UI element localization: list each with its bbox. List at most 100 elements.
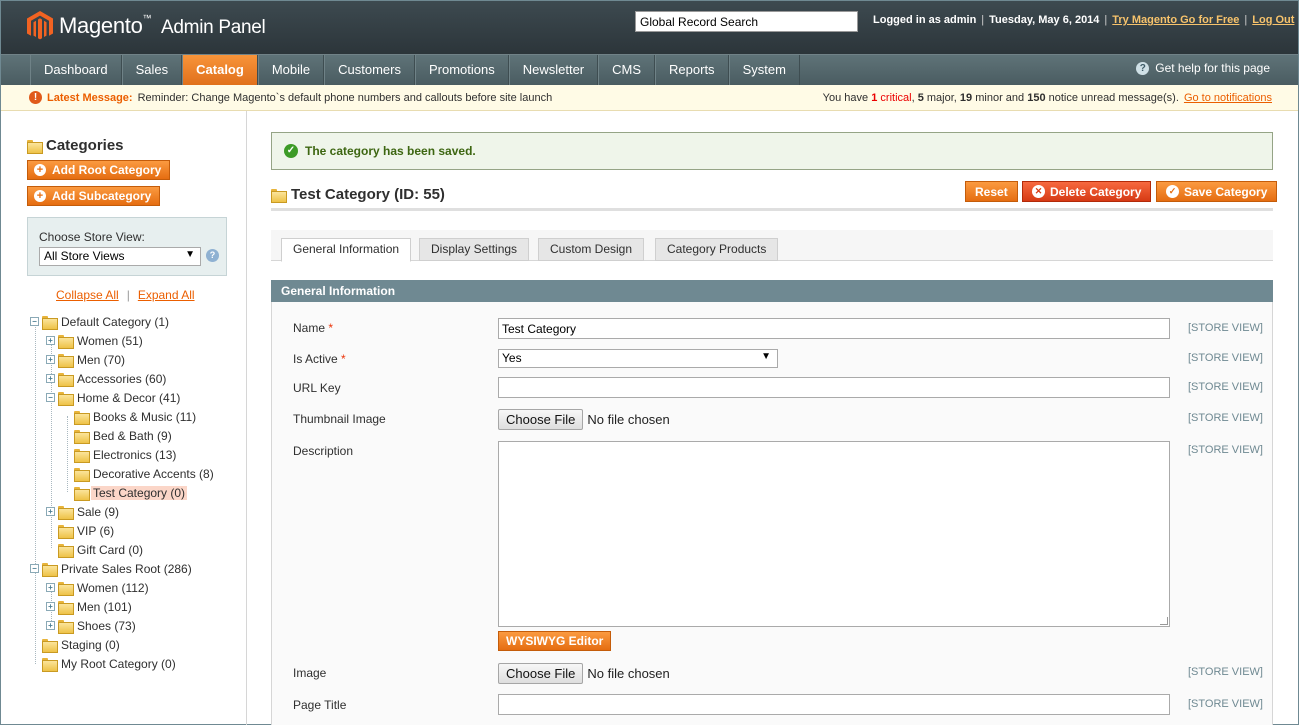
tree-item[interactable]: + Sale (9) [46,503,121,520]
expand-icon[interactable]: + [46,602,55,611]
is-active-select[interactable]: Yes ▼ [498,349,778,368]
tree-item-label: Home & Decor (41) [77,390,181,405]
tree-item[interactable]: + Women (51) [46,332,145,349]
collapse-all-link[interactable]: Collapse All [56,288,119,302]
nav-item-newsletter[interactable]: Newsletter [508,55,599,85]
help-icon[interactable]: ? [206,249,219,262]
tree-item-label: Test Category (0) [91,485,188,500]
categories-title: Categories [27,137,124,154]
expand-icon[interactable]: + [46,621,55,630]
expand-icon[interactable]: + [46,336,55,345]
folder-icon [58,581,74,596]
expand-all-link[interactable]: Expand All [138,288,195,302]
folder-icon [74,486,90,501]
expand-icon[interactable]: + [46,374,55,383]
tree-item[interactable]: − Default Category (1) [30,313,171,330]
tree-item-label: Electronics (13) [93,447,177,462]
tree-item[interactable]: + Men (70) [46,351,127,368]
scope-label: [STORE VIEW] [1188,381,1263,393]
tree-item-label: Decorative Accents (8) [93,466,214,481]
tree-item[interactable]: Gift Card (0) [46,541,145,558]
tab-category-products[interactable]: Category Products [655,238,779,261]
tab-general-information[interactable]: General Information [281,238,412,262]
folder-icon [42,562,58,577]
resize-handle[interactable] [1160,617,1168,625]
help-text: Get help for this page [1155,61,1270,75]
tab-display-settings[interactable]: Display Settings [419,238,530,261]
tree-item[interactable]: Test Category (0) [62,484,188,501]
tree-item[interactable]: Electronics (13) [62,446,178,463]
go-to-notifications-link[interactable]: Go to notifications [1184,92,1272,104]
tree-item[interactable]: + Accessories (60) [46,370,168,387]
collapse-icon[interactable]: − [46,393,55,402]
tabs-bar: General Information Display Settings Cus… [271,230,1273,262]
nav-item-promotions[interactable]: Promotions [414,55,509,85]
tree-item[interactable]: Books & Music (11) [62,408,198,425]
nav-item-reports[interactable]: Reports [655,55,729,85]
tree-item-label: Private Sales Root (286) [61,561,192,576]
tree-controls: Collapse All | Expand All [56,288,195,302]
nav-item-customers[interactable]: Customers [324,55,415,85]
expand-icon[interactable]: + [46,583,55,592]
save-category-button[interactable]: ✓ Save Category [1156,181,1278,202]
tree-item[interactable]: + Men (101) [46,598,134,615]
magento-logo[interactable]: Magento™ Admin Panel [27,11,266,41]
folder-icon [58,524,74,539]
tree-item[interactable]: Staging (0) [30,636,122,653]
folder-icon [74,448,90,463]
store-view-select[interactable]: All Store Views ▼ [39,247,201,266]
wysiwyg-editor-button[interactable]: WYSIWYG Editor [498,631,612,651]
latest-message-text: Reminder: Change Magento`s default phone… [137,91,553,104]
nav-item-cms[interactable]: CMS [598,55,656,85]
nav-item-sales[interactable]: Sales [121,55,183,85]
tree-item[interactable]: Bed & Bath (9) [62,427,174,444]
thumbnail-image-label: Thumbnail Image [293,412,386,426]
add-root-category-button[interactable]: + Add Root Category [27,160,171,180]
reset-button[interactable]: Reset [965,181,1018,202]
magento-logo-icon [27,11,53,40]
logout-link[interactable]: Log Out [1252,14,1294,26]
description-textarea[interactable] [498,441,1170,627]
store-view-label: Choose Store View: [39,230,145,244]
expand-icon[interactable]: + [46,355,55,364]
folder-icon [58,543,74,558]
url-key-label: URL Key [293,381,341,395]
choose-file-button[interactable]: Choose File [498,409,584,430]
check-icon: ✓ [1166,185,1179,198]
url-key-input[interactable] [498,377,1170,398]
help-link[interactable]: ? Get help for this page [1136,61,1270,75]
tree-item[interactable]: + Shoes (73) [46,617,138,634]
tree-item-label: Default Category (1) [61,314,170,329]
nav-item-catalog[interactable]: Catalog [182,55,258,85]
tree-item[interactable]: + Women (112) [46,579,151,596]
expand-icon[interactable]: + [46,507,55,516]
delete-category-button[interactable]: ✕ Delete Category [1022,181,1152,202]
tree-item[interactable]: VIP (6) [46,522,116,539]
tree-item[interactable]: − Private Sales Root (286) [30,560,194,577]
collapse-icon[interactable]: − [30,564,39,573]
folder-icon [74,410,90,425]
try-magento-go-link[interactable]: Try Magento Go for Free [1112,14,1239,26]
collapse-icon[interactable]: − [30,317,39,326]
choose-file-button[interactable]: Choose File [498,663,584,684]
tree-item-label: Staging (0) [61,637,120,652]
nav-item-mobile[interactable]: Mobile [257,55,325,85]
folder-icon [27,139,43,154]
folder-icon [58,334,74,349]
tab-custom-design[interactable]: Custom Design [538,238,645,261]
tree-item[interactable]: Decorative Accents (8) [62,465,216,482]
scope-label: [STORE VIEW] [1188,444,1263,456]
tree-item[interactable]: My Root Category (0) [30,655,178,672]
nav-item-system[interactable]: System [728,55,800,85]
tree-item[interactable]: − Home & Decor (41) [46,389,182,406]
page-title-input[interactable] [498,694,1170,715]
add-subcategory-button[interactable]: + Add Subcategory [27,186,161,206]
nav-item-dashboard[interactable]: Dashboard [30,55,122,85]
plus-icon: + [34,164,46,176]
chevron-down-icon: ▼ [761,351,771,362]
name-input[interactable] [498,318,1170,339]
no-file-text: No file chosen [587,666,670,681]
nav-list: Dashboard Sales Catalog Mobile Customers Prom… [30,55,800,85]
scope-label: [STORE VIEW] [1188,412,1263,424]
global-search-input[interactable] [635,11,858,32]
